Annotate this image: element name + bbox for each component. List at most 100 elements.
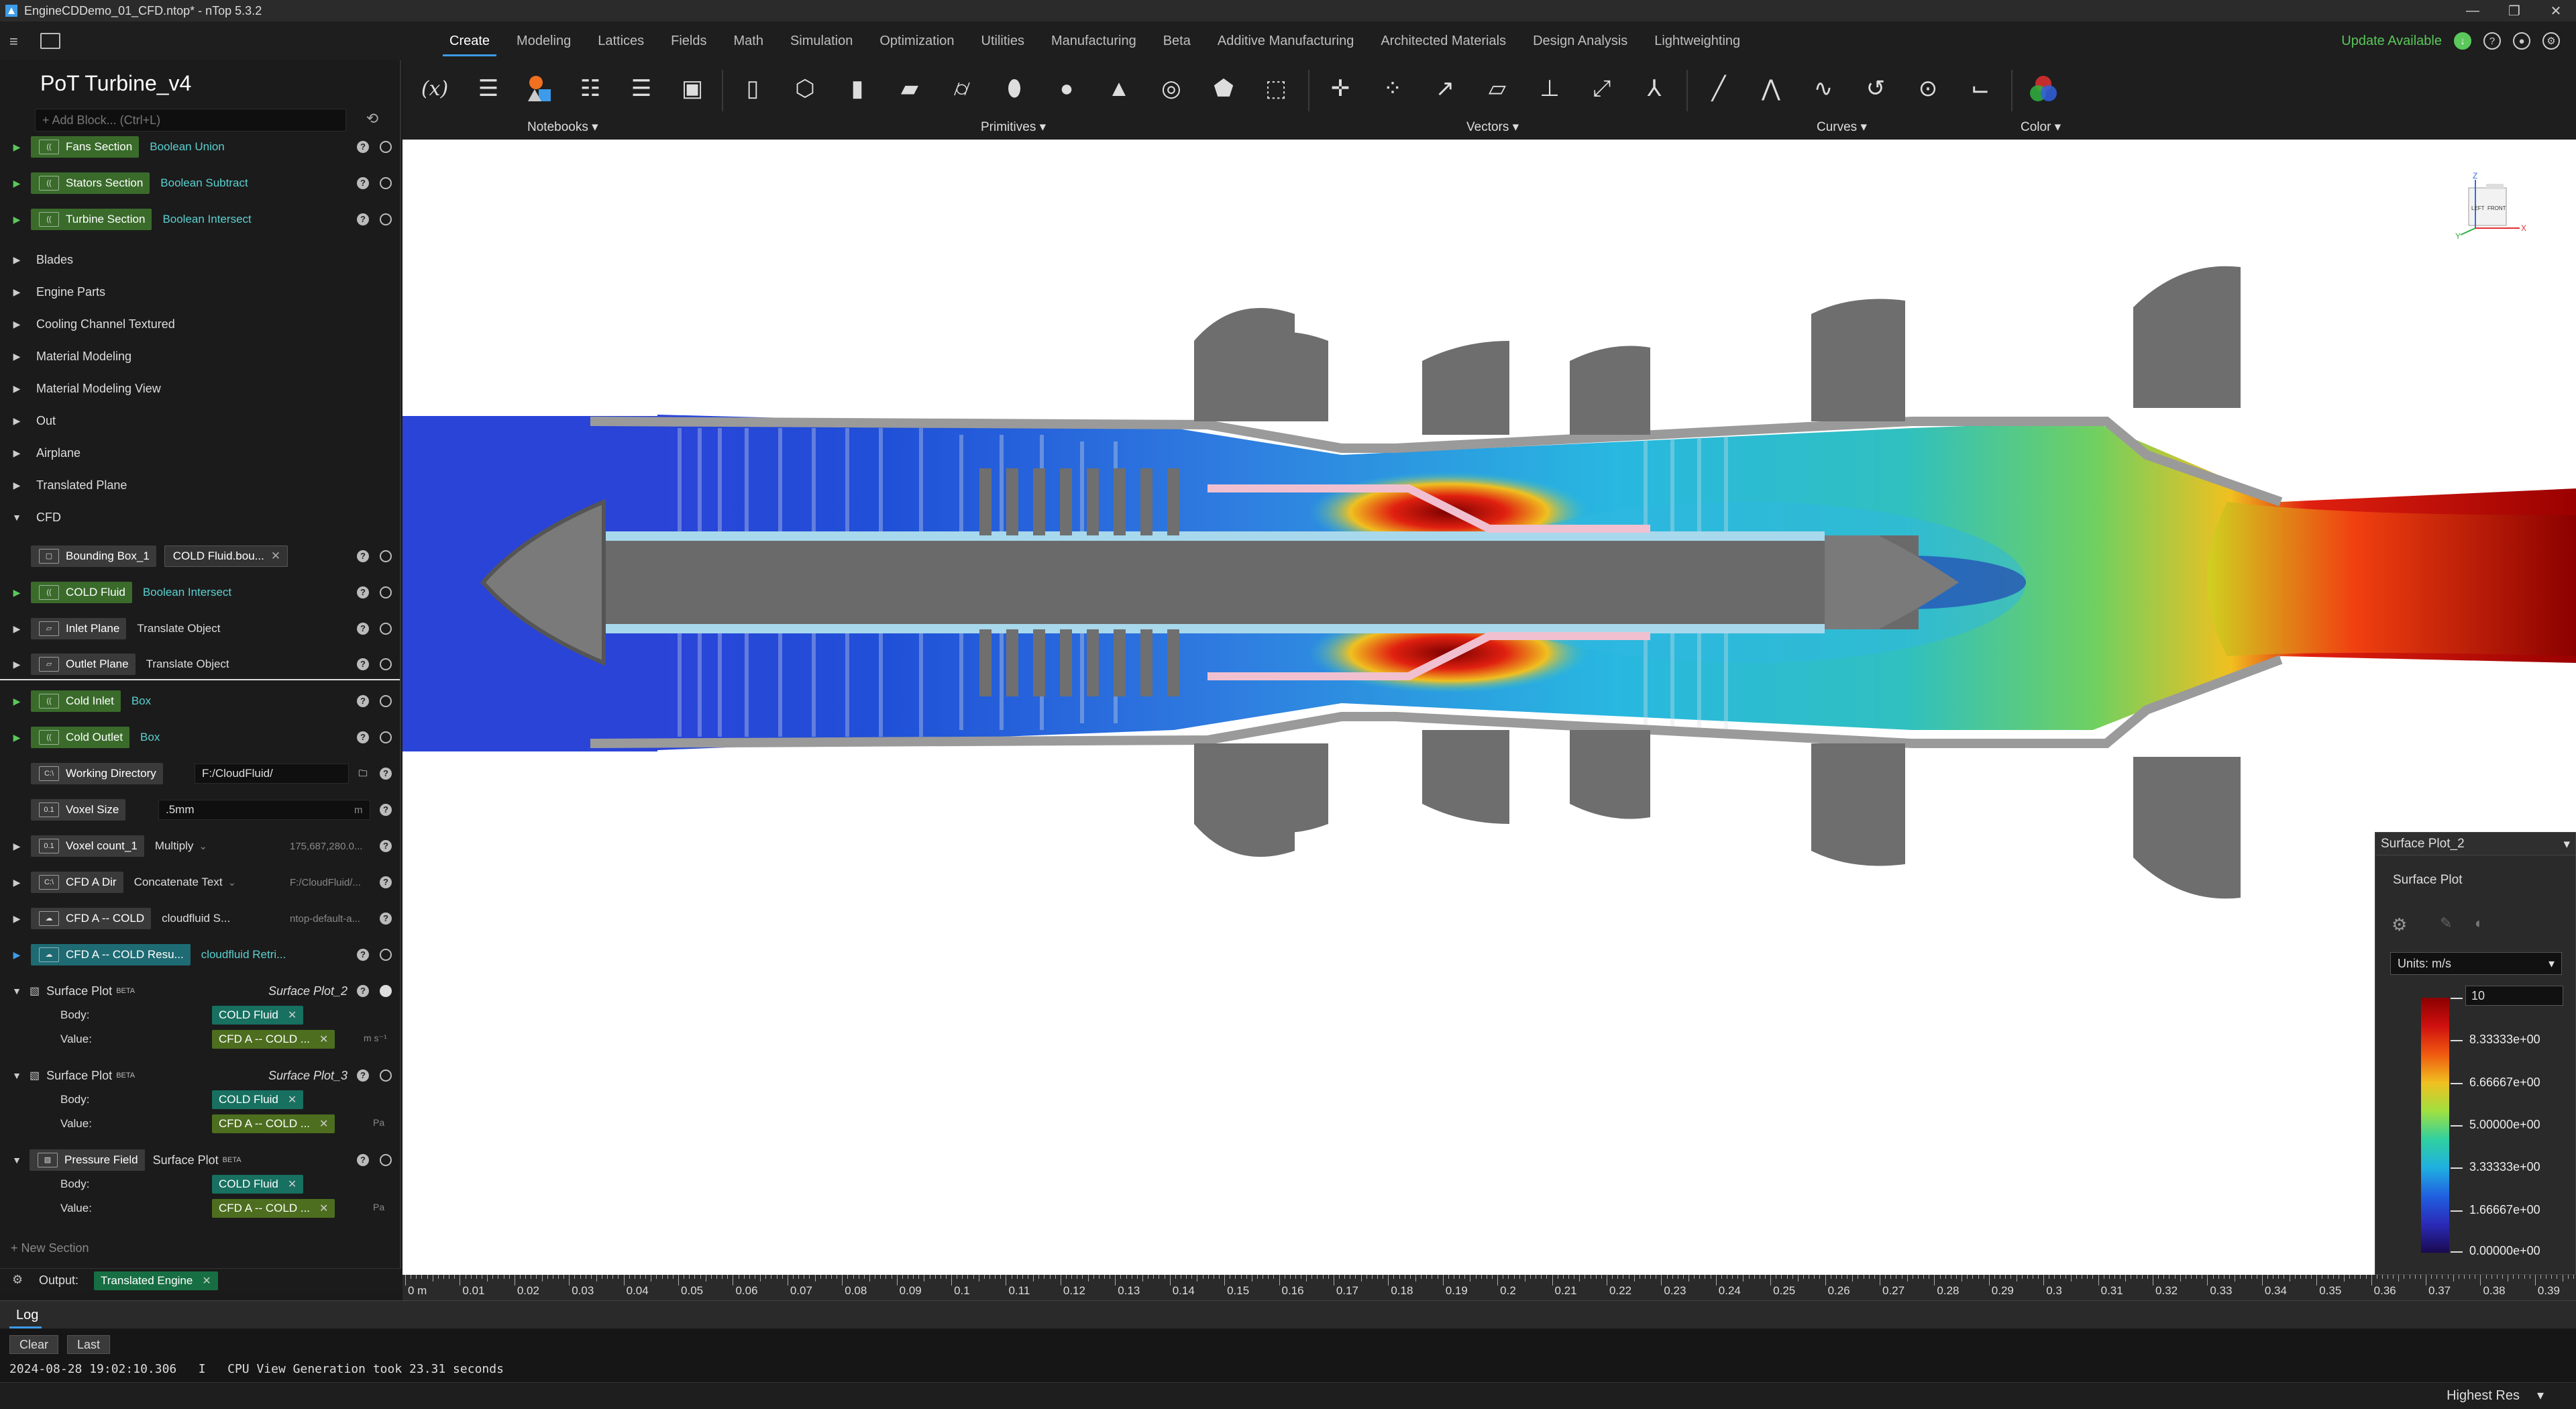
- line-icon[interactable]: ╱: [1700, 70, 1737, 107]
- tab-utilities[interactable]: Utilities: [968, 21, 1038, 60]
- body-chip[interactable]: COLD Fluid ✕: [212, 1006, 304, 1025]
- help-icon[interactable]: ?: [357, 1154, 369, 1166]
- output-chip[interactable]: Translated Engine ✕: [94, 1271, 218, 1290]
- visibility-icon[interactable]: [380, 658, 392, 670]
- input-chip[interactable]: COLD Fluid.bou... ✕: [164, 545, 288, 567]
- help-icon[interactable]: ?: [357, 949, 369, 961]
- expand-arrow-icon[interactable]: ▶: [9, 448, 24, 459]
- remove-icon[interactable]: ✕: [202, 1274, 211, 1288]
- rectangle-icon[interactable]: ▯: [734, 70, 771, 107]
- wireframe-box-icon[interactable]: ⬚: [1257, 70, 1295, 107]
- tab-additive-manufacturing[interactable]: Additive Manufacturing: [1204, 21, 1367, 60]
- expand-arrow-icon[interactable]: ▶: [9, 732, 24, 743]
- box-icon[interactable]: ⬡: [786, 70, 824, 107]
- remove-icon[interactable]: ✕: [319, 1117, 328, 1131]
- cone-icon[interactable]: ▲: [1100, 70, 1138, 107]
- tab-lattices[interactable]: Lattices: [584, 21, 657, 60]
- value-chip[interactable]: CFD A -- COLD ... ✕: [212, 1030, 335, 1049]
- units-dropdown[interactable]: Units: m/s ▾: [2390, 952, 2562, 975]
- point-cloud-icon[interactable]: ⁘: [1374, 70, 1411, 107]
- last-log-button[interactable]: Last: [67, 1335, 111, 1354]
- expand-arrow-icon[interactable]: ▶: [9, 415, 24, 427]
- collapse-icon[interactable]: ▾: [2563, 837, 2570, 852]
- tab-modeling[interactable]: Modeling: [503, 21, 584, 60]
- restore-button[interactable]: ❐: [2494, 0, 2534, 21]
- tab-beta[interactable]: Beta: [1150, 21, 1204, 60]
- visibility-icon[interactable]: [380, 623, 392, 635]
- block-outlet-plane[interactable]: ▶ ▱ Outlet Plane Translate Object ?: [0, 649, 400, 680]
- expand-arrow-icon[interactable]: ▶: [9, 949, 24, 961]
- folder-translated-plane[interactable]: ▶ Translated Plane: [0, 470, 400, 501]
- vector-icon[interactable]: ↗: [1426, 70, 1464, 107]
- expand-arrow-icon[interactable]: ▶: [9, 696, 24, 707]
- clear-log-button[interactable]: Clear: [9, 1335, 59, 1354]
- color-icon[interactable]: [2025, 70, 2062, 107]
- settings-icon[interactable]: ⚙: [2542, 32, 2560, 50]
- expand-arrow-icon[interactable]: ▶: [9, 480, 24, 491]
- palette-icon[interactable]: ◐: [2475, 915, 2483, 932]
- polygon-icon[interactable]: ⬟: [1205, 70, 1242, 107]
- expand-arrow-icon[interactable]: ▶: [9, 142, 24, 153]
- color-group[interactable]: Color ▾: [2021, 119, 2061, 135]
- update-available-link[interactable]: Update Available: [2341, 34, 2442, 49]
- help-icon[interactable]: ?: [357, 695, 369, 707]
- tab-manufacturing[interactable]: Manufacturing: [1038, 21, 1150, 60]
- block-voxel-count[interactable]: ▶ 0.1 Voxel count_1 Multiply ⌄ 175,687,28…: [0, 831, 400, 862]
- collapse-arrow-icon[interactable]: ▼: [9, 1155, 24, 1165]
- expand-arrow-icon[interactable]: ▶: [9, 351, 24, 362]
- arc-icon[interactable]: ↺: [1857, 70, 1894, 107]
- folder-airplane[interactable]: ▶ Airplane: [0, 437, 400, 468]
- folder-cfd[interactable]: ▼ CFD: [0, 502, 400, 533]
- block-pressure-field[interactable]: ▼ ▧ Pressure Field Surface Plot BETA ?: [0, 1145, 400, 1176]
- polyline-icon[interactable]: ⋀: [1752, 70, 1790, 107]
- remove-icon[interactable]: ✕: [319, 1033, 328, 1046]
- dropdown-icon[interactable]: ▾: [2537, 1387, 2544, 1404]
- visibility-icon[interactable]: [380, 985, 392, 997]
- 3d-viewport[interactable]: Z X Y LEFT FRONT: [402, 140, 2576, 1275]
- body-chip[interactable]: COLD Fluid ✕: [212, 1090, 304, 1109]
- cylinder-icon[interactable]: ⌭: [943, 70, 981, 107]
- close-button[interactable]: ✕: [2536, 0, 2576, 21]
- cuboid-icon[interactable]: ▮: [839, 70, 876, 107]
- variable-icon[interactable]: (x): [416, 70, 453, 107]
- expand-arrow-icon[interactable]: ▶: [9, 254, 24, 266]
- help-icon[interactable]: ?: [357, 658, 369, 670]
- visibility-icon[interactable]: [380, 1154, 392, 1166]
- visibility-icon[interactable]: [380, 1069, 392, 1082]
- help-icon[interactable]: ?: [357, 177, 369, 189]
- help-icon[interactable]: ?: [357, 623, 369, 635]
- remove-icon[interactable]: ✕: [288, 1008, 297, 1022]
- block-cold-fluid[interactable]: ▶ ((COLD Fluid Boolean Intersect ?: [0, 577, 400, 608]
- block-cfd-dir[interactable]: ▶ C:\ CFD A Dir Concatenate Text ⌄ F:/Clo…: [0, 867, 400, 898]
- help-icon[interactable]: ?: [357, 731, 369, 743]
- block-inlet-plane[interactable]: ▶ ▱ Inlet Plane Translate Object ?: [0, 613, 400, 644]
- visibility-icon[interactable]: [380, 586, 392, 598]
- remove-icon[interactable]: ✕: [288, 1178, 297, 1191]
- folder-out[interactable]: ▶ Out: [0, 405, 400, 436]
- account-icon[interactable]: ●: [2513, 32, 2530, 50]
- remove-icon[interactable]: ✕: [288, 1093, 297, 1106]
- block-cfd-result[interactable]: ▶ ☁ CFD A -- COLD Resu... cloudfluid Retr…: [0, 939, 400, 970]
- expand-arrow-icon[interactable]: ▶: [9, 841, 24, 852]
- circle-icon[interactable]: ⊙: [1909, 70, 1947, 107]
- tab-simulation[interactable]: Simulation: [777, 21, 866, 60]
- max-value-input[interactable]: 10: [2465, 986, 2563, 1006]
- visibility-icon[interactable]: [380, 550, 392, 562]
- remove-icon[interactable]: ✕: [319, 1202, 328, 1215]
- list-icon[interactable]: ☰: [470, 70, 507, 107]
- tab-optimization[interactable]: Optimization: [866, 21, 967, 60]
- tab-math[interactable]: Math: [720, 21, 777, 60]
- block-bounding-box[interactable]: ▶ ▢Bounding Box_1 COLD Fluid.bou...✕ ?: [0, 541, 400, 572]
- body-chip[interactable]: COLD Fluid ✕: [212, 1175, 304, 1194]
- voxel-size-input[interactable]: .5mm: [158, 800, 370, 820]
- block-working-directory[interactable]: ▶ C:\Working Directory F:/CloudFluid/ 🗀?: [0, 758, 400, 789]
- block-surface-plot-3[interactable]: ▼ ▧ Surface Plot BETA Surface Plot_3 ?: [0, 1060, 400, 1091]
- help-icon[interactable]: ?: [380, 912, 392, 925]
- tab-log[interactable]: Log: [16, 1308, 38, 1323]
- menu-icon[interactable]: ≡: [9, 33, 30, 50]
- tab-fields[interactable]: Fields: [657, 21, 720, 60]
- torus-icon[interactable]: ◎: [1152, 70, 1190, 107]
- folder-engine-parts[interactable]: ▶ Engine Parts: [0, 276, 400, 307]
- collapse-arrow-icon[interactable]: ▼: [9, 986, 24, 996]
- help-icon[interactable]: ?: [2483, 32, 2501, 50]
